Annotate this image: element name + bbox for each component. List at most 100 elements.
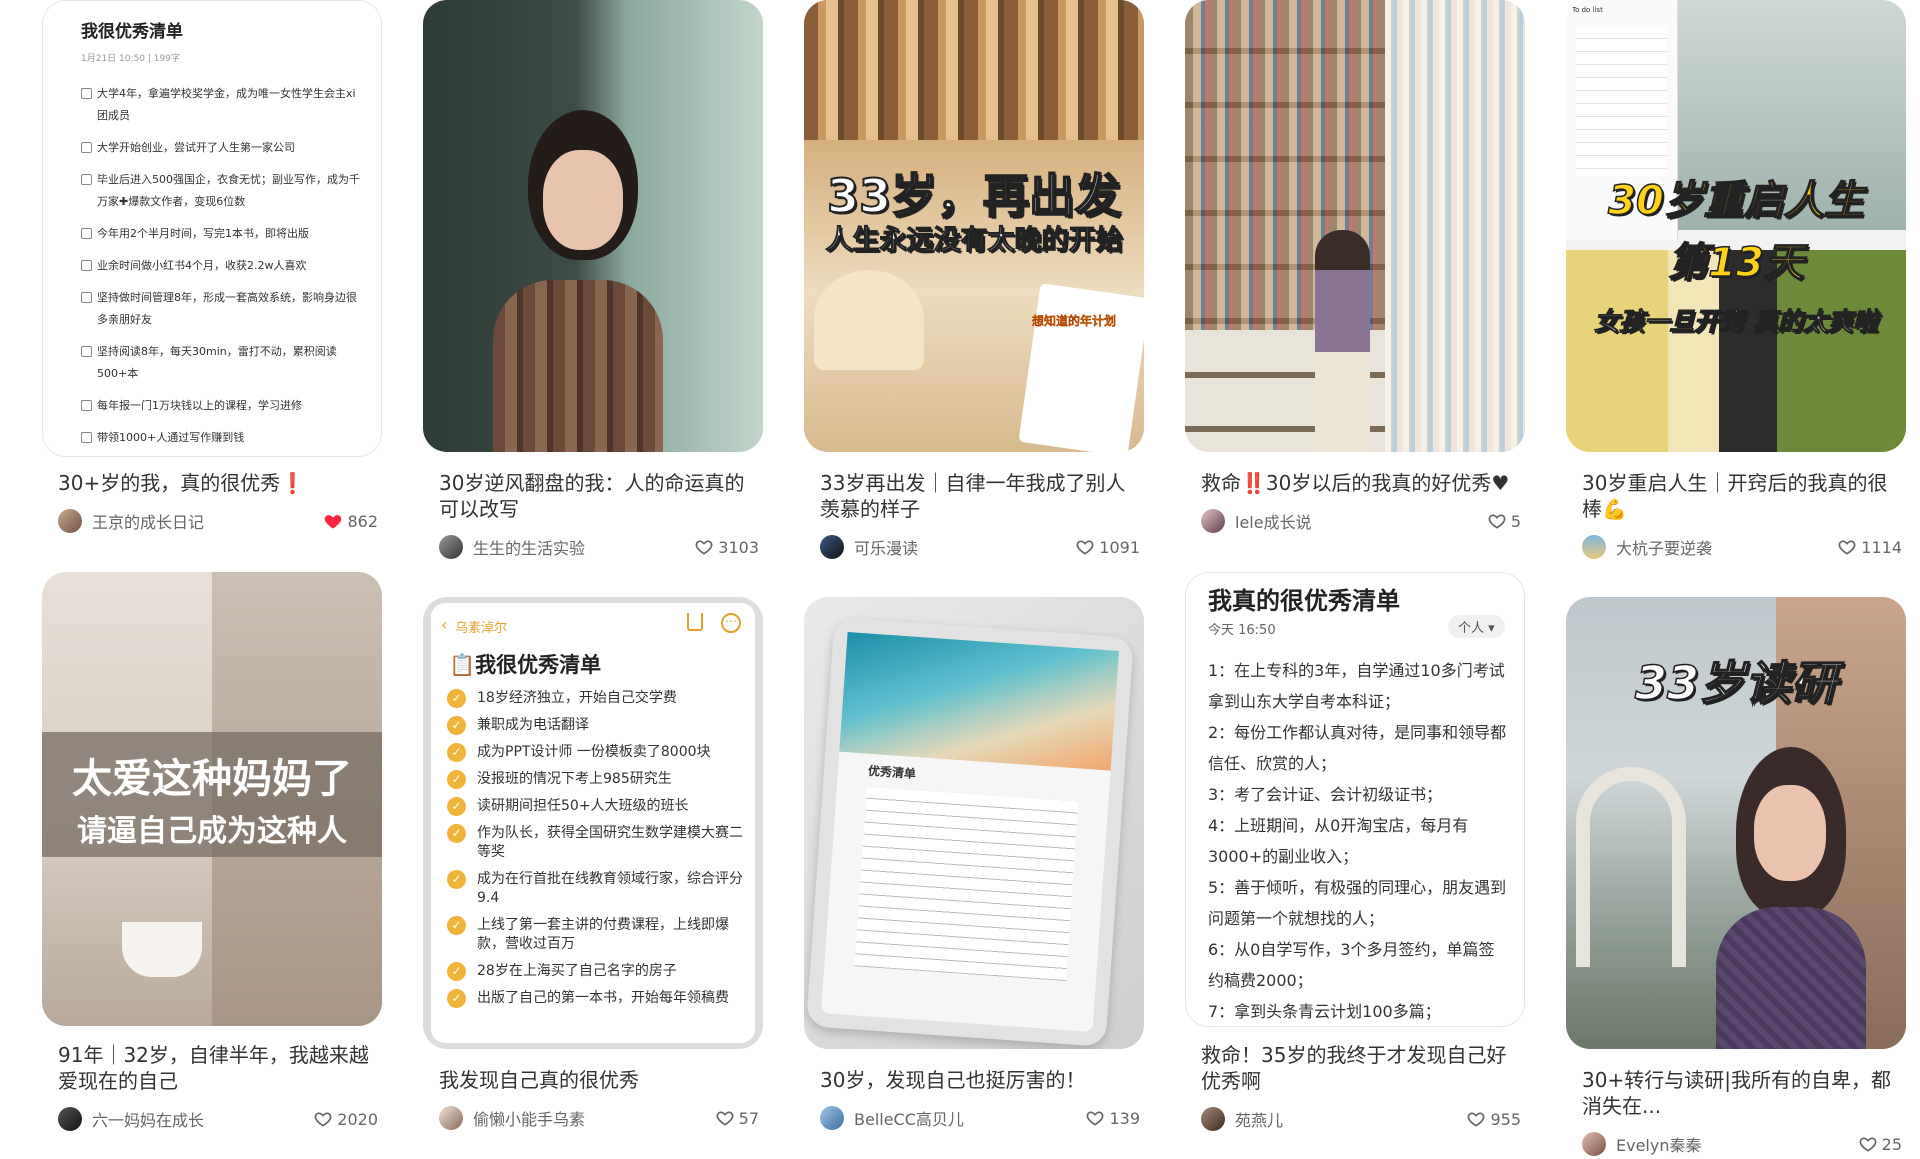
note-cover[interactable]: ‹ 乌素淖尔 ⋯ 📋我很优秀清单 18岁经济独立，开始自己交学费 兼职成为电话翻… [423, 597, 763, 1049]
cover-heading: 我很优秀清单 [81, 22, 183, 42]
author-name[interactable]: 六一妈妈在成长 [92, 1107, 313, 1131]
avatar[interactable] [58, 509, 82, 533]
cover-subtitle: 人生永远没有太晚的开始 [825, 225, 1123, 257]
checklist-item: 坚持阅读8年，每天30min，雷打不动，累积阅读500+本 [57, 341, 361, 385]
author-name[interactable]: 王京的成长日记 [92, 509, 323, 533]
cover-big-title: 33岁读研 [1634, 655, 1838, 711]
avatar[interactable] [439, 1106, 463, 1130]
avatar[interactable] [1201, 1107, 1225, 1131]
checklist-item: 28岁在上海买了自己名字的房子 [447, 962, 745, 981]
note-cover[interactable] [423, 0, 763, 452]
checklist-item: 坚持做时间管理8年，形成一套高效系统，影响身边很多亲朋好友 [57, 287, 361, 331]
checklist: 18岁经济独立，开始自己交学费 兼职成为电话翻译 成为PPT设计师 一份模板卖了… [447, 689, 745, 1016]
heart-icon [1488, 514, 1506, 529]
note-cover[interactable]: 太爱这种妈妈了 请逼自己成为这种人 [42, 572, 382, 1026]
checklist-item: 成为PPT设计师 一份模板卖了8000块 [447, 743, 745, 762]
note-title[interactable]: 30+转行与读研|我所有的自卑，都消失在... [1582, 1067, 1902, 1119]
note-cover[interactable]: 我很优秀清单 1月21日 10:50 | 199字 大学4年，拿遍学校奖学金，成… [42, 0, 382, 457]
category-badge[interactable]: 个人 ▾ [1448, 615, 1505, 638]
cover-big-title: 33岁，再出发 [826, 168, 1122, 224]
heart-icon [695, 540, 713, 555]
more-icon[interactable]: ⋯ [721, 613, 741, 633]
like-button[interactable]: 3103 [694, 537, 759, 557]
avatar[interactable] [820, 535, 844, 559]
cover-line-2: 请逼自己成为这种人 [77, 814, 347, 849]
list-line: 3：考了会计证、会计初级证书； [1208, 785, 1443, 804]
author-name[interactable]: 偷懒小能手乌素 [473, 1106, 715, 1130]
avatar[interactable] [1201, 509, 1225, 533]
author-name[interactable]: lele成长说 [1235, 509, 1487, 533]
like-count: 139 [1109, 1108, 1140, 1128]
note-title[interactable]: 30岁，发现自己也挺厉害的！ [820, 1067, 1140, 1093]
checklist-heading: 📋我很优秀清单 [449, 653, 602, 677]
avatar[interactable] [439, 535, 463, 559]
avatar[interactable] [820, 1106, 844, 1130]
cover-line-1: 30岁重启人生 [1607, 177, 1864, 225]
avatar[interactable] [1582, 535, 1606, 559]
author-name[interactable]: 大杭子要逆袭 [1616, 535, 1837, 559]
note-title[interactable]: 33岁再出发｜自律一年我成了别人羡慕的样子 [820, 470, 1140, 522]
note-meta: 六一妈妈在成长 2020 [58, 1104, 378, 1134]
note-meta: 可乐漫读 1091 [820, 532, 1140, 562]
like-button[interactable]: 2020 [313, 1109, 378, 1129]
portrait-image [493, 110, 663, 452]
like-count: 862 [347, 511, 378, 531]
heart-icon [314, 1112, 332, 1127]
author-name[interactable]: 苑燕儿 [1235, 1107, 1466, 1131]
checklist-item: 没报班的情况下考上985研究生 [447, 770, 745, 789]
share-icon[interactable] [687, 613, 703, 631]
like-button[interactable]: 57 [715, 1108, 759, 1128]
note-title[interactable]: 救命！35岁的我终于才发现自己好优秀啊 [1201, 1042, 1521, 1094]
note-meta: Evelyn秦秦 25 [1582, 1129, 1902, 1159]
heart-icon [716, 1111, 734, 1126]
like-button[interactable]: 139 [1085, 1108, 1140, 1128]
list-line: 2：每份工作都认真对待，是同事和领导都信任、欣赏的人； [1208, 723, 1507, 773]
like-button[interactable]: 1114 [1837, 537, 1902, 557]
heart-icon [1838, 540, 1856, 555]
arch-image [1576, 767, 1686, 967]
note-cover[interactable]: 我真的很优秀清单 今天 16:50 个人 ▾ 1：在上专科的3年，自学通过10多… [1185, 572, 1525, 1027]
cover-heading: 我真的很优秀清单 [1208, 587, 1400, 615]
cover-tag: 想知道的年计划 [1032, 314, 1117, 328]
checklist-item: 出版了自己的第一本书，开始每年领稿费 [447, 989, 745, 1008]
like-button[interactable]: 25 [1858, 1134, 1902, 1154]
note-cover[interactable] [1185, 0, 1525, 452]
checklist-item: 大学4年，拿遍学校奖学金，成为唯一女性学生会主xi团成员 [57, 83, 361, 127]
like-button[interactable]: 1091 [1075, 537, 1140, 557]
note-title[interactable]: 30岁逆风翻盘的我：人的命运真的可以改写 [439, 470, 759, 522]
checklist-item: 今年用2个半月时间，写完1本书，即将出版 [57, 223, 361, 245]
avatar[interactable] [58, 1107, 82, 1131]
note-title[interactable]: 30+岁的我，真的很优秀❗ [58, 470, 378, 496]
like-button[interactable]: 955 [1466, 1109, 1521, 1129]
note-title[interactable]: 91年｜32岁，自律半年，我越来越爱现在的自己 [58, 1042, 378, 1094]
note-cover[interactable]: 33岁，再出发 人生永远没有太晚的开始 想知道的年计划 [804, 0, 1144, 452]
note-cover[interactable]: To do list 30岁重启人生 第13天 女孩一旦开窍 真的太爽啦 [1566, 0, 1906, 452]
avatar[interactable] [1582, 1132, 1606, 1156]
note-title[interactable]: 30岁重启人生｜开窍后的我真的很棒💪 [1582, 470, 1902, 522]
phone-note: ‹ 乌素淖尔 ⋯ 📋我很优秀清单 18岁经济独立，开始自己交学费 兼职成为电话翻… [431, 603, 755, 1043]
author-name[interactable]: 生生的生活实验 [473, 535, 694, 559]
author-name[interactable]: 可乐漫读 [854, 535, 1075, 559]
note-cover[interactable]: 33岁读研 [1566, 597, 1906, 1049]
checklist-item: 18岁经济独立，开始自己交学费 [447, 689, 745, 708]
like-button[interactable]: 5 [1487, 511, 1521, 531]
note-folder[interactable]: 乌素淖尔 [455, 617, 507, 636]
list-line: 5：善于倾听，有极强的同理心，朋友遇到问题第一个就想找的人； [1208, 878, 1507, 928]
checklist-item: 作为队长，获得全国研究生数学建模大赛二等奖 [447, 824, 745, 862]
note-cover[interactable]: 优秀清单 [804, 597, 1144, 1049]
note-title[interactable]: 救命‼️30岁以后的我真的好优秀♥ [1201, 470, 1521, 496]
cover-line-2: 第13天 [1667, 239, 1804, 287]
heart-filled-icon [325, 515, 342, 529]
note-title[interactable]: 我发现自己真的很优秀 [439, 1067, 759, 1093]
checklist-item: 上线了第一套主讲的付费课程，上线即爆款，营收过百万 [447, 916, 745, 954]
beach-header-image [839, 631, 1119, 771]
checklist-item: 成为在行首批在线教育领域行家，综合评分9.4 [447, 870, 745, 908]
back-arrow-icon[interactable]: ‹ [441, 615, 447, 634]
author-name[interactable]: BelleCC高贝儿 [854, 1106, 1085, 1130]
like-button[interactable]: 862 [323, 511, 378, 531]
note-meta: 生生的生活实验 3103 [439, 532, 759, 562]
checklist-item: 兼职成为电话翻译 [447, 716, 745, 735]
author-name[interactable]: Evelyn秦秦 [1616, 1132, 1858, 1156]
list-body: 1：在上专科的3年，自学通过10多门考试拿到山东大学自考本科证； 2：每份工作都… [1208, 655, 1508, 1026]
checklist-item: 大学开始创业，尝试开了人生第一家公司 [57, 137, 361, 159]
